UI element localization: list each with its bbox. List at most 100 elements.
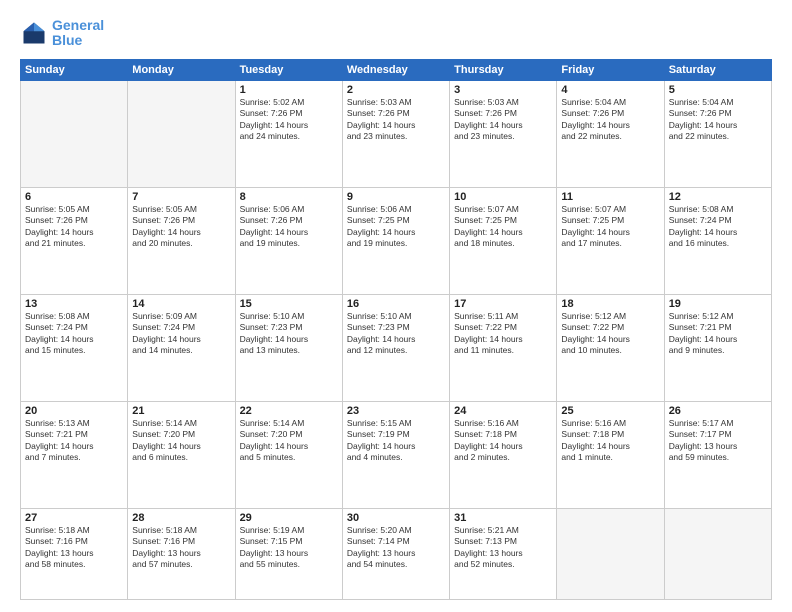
day-number: 10 [454,191,552,203]
day-number: 22 [240,405,338,417]
day-info: Sunrise: 5:16 AM Sunset: 7:18 PM Dayligh… [561,418,659,464]
day-number: 19 [669,298,767,310]
day-number: 12 [669,191,767,203]
day-info: Sunrise: 5:10 AM Sunset: 7:23 PM Dayligh… [347,311,445,357]
day-number: 18 [561,298,659,310]
day-number: 29 [240,512,338,524]
day-number: 8 [240,191,338,203]
calendar-week-row: 13Sunrise: 5:08 AM Sunset: 7:24 PM Dayli… [21,294,772,401]
calendar-cell: 10Sunrise: 5:07 AM Sunset: 7:25 PM Dayli… [450,187,557,294]
calendar-cell: 27Sunrise: 5:18 AM Sunset: 7:16 PM Dayli… [21,508,128,599]
calendar-week-row: 20Sunrise: 5:13 AM Sunset: 7:21 PM Dayli… [21,401,772,508]
calendar-table: SundayMondayTuesdayWednesdayThursdayFrid… [20,59,772,600]
calendar-cell [21,80,128,187]
day-info: Sunrise: 5:02 AM Sunset: 7:26 PM Dayligh… [240,97,338,143]
calendar-cell: 3Sunrise: 5:03 AM Sunset: 7:26 PM Daylig… [450,80,557,187]
calendar-cell: 30Sunrise: 5:20 AM Sunset: 7:14 PM Dayli… [342,508,449,599]
calendar-cell: 7Sunrise: 5:05 AM Sunset: 7:26 PM Daylig… [128,187,235,294]
calendar-cell: 22Sunrise: 5:14 AM Sunset: 7:20 PM Dayli… [235,401,342,508]
calendar-cell: 1Sunrise: 5:02 AM Sunset: 7:26 PM Daylig… [235,80,342,187]
day-number: 31 [454,512,552,524]
calendar-cell: 31Sunrise: 5:21 AM Sunset: 7:13 PM Dayli… [450,508,557,599]
day-number: 24 [454,405,552,417]
day-number: 5 [669,84,767,96]
day-number: 21 [132,405,230,417]
calendar-cell [128,80,235,187]
calendar-cell: 20Sunrise: 5:13 AM Sunset: 7:21 PM Dayli… [21,401,128,508]
weekday-header-row: SundayMondayTuesdayWednesdayThursdayFrid… [21,59,772,80]
day-info: Sunrise: 5:09 AM Sunset: 7:24 PM Dayligh… [132,311,230,357]
logo-icon [20,19,48,47]
day-number: 9 [347,191,445,203]
day-info: Sunrise: 5:06 AM Sunset: 7:26 PM Dayligh… [240,204,338,250]
calendar-cell: 19Sunrise: 5:12 AM Sunset: 7:21 PM Dayli… [664,294,771,401]
calendar-cell: 9Sunrise: 5:06 AM Sunset: 7:25 PM Daylig… [342,187,449,294]
calendar-cell: 28Sunrise: 5:18 AM Sunset: 7:16 PM Dayli… [128,508,235,599]
day-info: Sunrise: 5:11 AM Sunset: 7:22 PM Dayligh… [454,311,552,357]
day-info: Sunrise: 5:13 AM Sunset: 7:21 PM Dayligh… [25,418,123,464]
weekday-header: Thursday [450,59,557,80]
day-number: 3 [454,84,552,96]
day-info: Sunrise: 5:17 AM Sunset: 7:17 PM Dayligh… [669,418,767,464]
weekday-header: Sunday [21,59,128,80]
day-info: Sunrise: 5:03 AM Sunset: 7:26 PM Dayligh… [347,97,445,143]
calendar-cell: 4Sunrise: 5:04 AM Sunset: 7:26 PM Daylig… [557,80,664,187]
calendar-week-row: 1Sunrise: 5:02 AM Sunset: 7:26 PM Daylig… [21,80,772,187]
calendar-cell: 14Sunrise: 5:09 AM Sunset: 7:24 PM Dayli… [128,294,235,401]
calendar-cell: 12Sunrise: 5:08 AM Sunset: 7:24 PM Dayli… [664,187,771,294]
day-number: 7 [132,191,230,203]
day-info: Sunrise: 5:14 AM Sunset: 7:20 PM Dayligh… [240,418,338,464]
calendar-cell: 15Sunrise: 5:10 AM Sunset: 7:23 PM Dayli… [235,294,342,401]
logo-text: General Blue [52,18,104,49]
day-number: 23 [347,405,445,417]
calendar-cell: 2Sunrise: 5:03 AM Sunset: 7:26 PM Daylig… [342,80,449,187]
day-info: Sunrise: 5:05 AM Sunset: 7:26 PM Dayligh… [132,204,230,250]
calendar-cell: 26Sunrise: 5:17 AM Sunset: 7:17 PM Dayli… [664,401,771,508]
calendar-cell [664,508,771,599]
calendar-cell [557,508,664,599]
day-number: 11 [561,191,659,203]
day-info: Sunrise: 5:19 AM Sunset: 7:15 PM Dayligh… [240,525,338,571]
weekday-header: Saturday [664,59,771,80]
calendar-cell: 17Sunrise: 5:11 AM Sunset: 7:22 PM Dayli… [450,294,557,401]
day-info: Sunrise: 5:03 AM Sunset: 7:26 PM Dayligh… [454,97,552,143]
calendar-week-row: 6Sunrise: 5:05 AM Sunset: 7:26 PM Daylig… [21,187,772,294]
day-number: 27 [25,512,123,524]
calendar-cell: 29Sunrise: 5:19 AM Sunset: 7:15 PM Dayli… [235,508,342,599]
day-number: 14 [132,298,230,310]
day-number: 6 [25,191,123,203]
weekday-header: Monday [128,59,235,80]
day-info: Sunrise: 5:12 AM Sunset: 7:21 PM Dayligh… [669,311,767,357]
day-info: Sunrise: 5:21 AM Sunset: 7:13 PM Dayligh… [454,525,552,571]
weekday-header: Tuesday [235,59,342,80]
calendar-cell: 21Sunrise: 5:14 AM Sunset: 7:20 PM Dayli… [128,401,235,508]
calendar-cell: 23Sunrise: 5:15 AM Sunset: 7:19 PM Dayli… [342,401,449,508]
day-info: Sunrise: 5:05 AM Sunset: 7:26 PM Dayligh… [25,204,123,250]
calendar-cell: 25Sunrise: 5:16 AM Sunset: 7:18 PM Dayli… [557,401,664,508]
weekday-header: Wednesday [342,59,449,80]
day-number: 2 [347,84,445,96]
day-number: 15 [240,298,338,310]
day-info: Sunrise: 5:04 AM Sunset: 7:26 PM Dayligh… [561,97,659,143]
day-info: Sunrise: 5:18 AM Sunset: 7:16 PM Dayligh… [25,525,123,571]
logo: General Blue [20,18,104,49]
day-info: Sunrise: 5:08 AM Sunset: 7:24 PM Dayligh… [669,204,767,250]
day-number: 17 [454,298,552,310]
day-number: 30 [347,512,445,524]
header: General Blue [20,18,772,49]
day-info: Sunrise: 5:18 AM Sunset: 7:16 PM Dayligh… [132,525,230,571]
day-number: 20 [25,405,123,417]
weekday-header: Friday [557,59,664,80]
calendar-week-row: 27Sunrise: 5:18 AM Sunset: 7:16 PM Dayli… [21,508,772,599]
day-info: Sunrise: 5:16 AM Sunset: 7:18 PM Dayligh… [454,418,552,464]
calendar-cell: 6Sunrise: 5:05 AM Sunset: 7:26 PM Daylig… [21,187,128,294]
day-info: Sunrise: 5:06 AM Sunset: 7:25 PM Dayligh… [347,204,445,250]
calendar-cell: 8Sunrise: 5:06 AM Sunset: 7:26 PM Daylig… [235,187,342,294]
day-number: 28 [132,512,230,524]
day-info: Sunrise: 5:07 AM Sunset: 7:25 PM Dayligh… [454,204,552,250]
calendar-cell: 5Sunrise: 5:04 AM Sunset: 7:26 PM Daylig… [664,80,771,187]
day-number: 1 [240,84,338,96]
day-info: Sunrise: 5:15 AM Sunset: 7:19 PM Dayligh… [347,418,445,464]
day-info: Sunrise: 5:12 AM Sunset: 7:22 PM Dayligh… [561,311,659,357]
day-info: Sunrise: 5:04 AM Sunset: 7:26 PM Dayligh… [669,97,767,143]
